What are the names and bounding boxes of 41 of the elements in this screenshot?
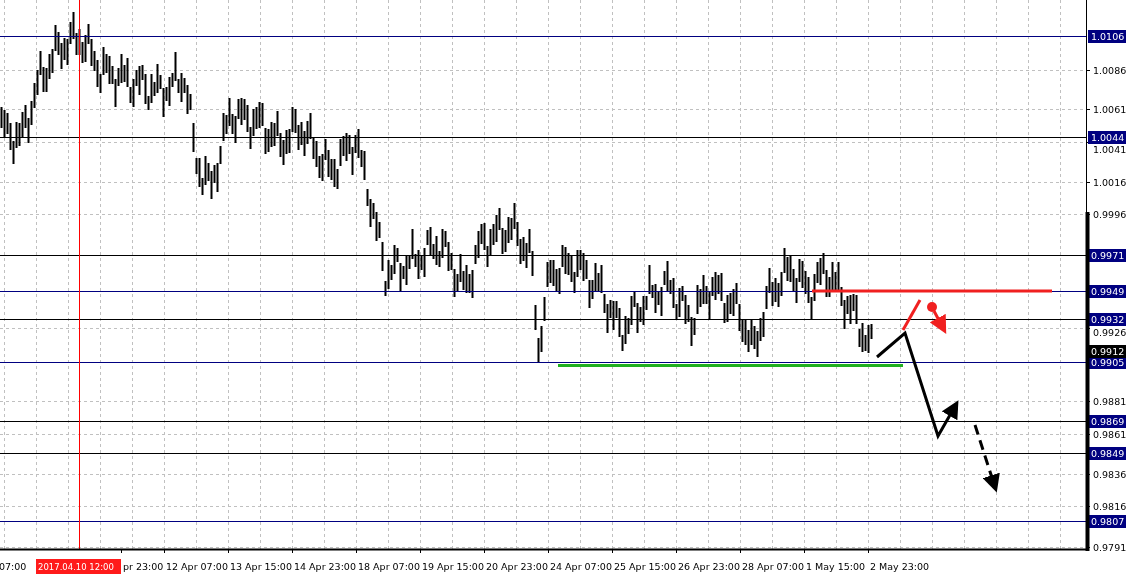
price-tick-label: 0.9836 — [1093, 469, 1127, 480]
price-tick-label: 0.9861 — [1093, 429, 1127, 440]
time-label: 26 Apr 23:00 — [678, 561, 740, 572]
time-label: 25 Apr 15:00 — [614, 561, 676, 572]
time-label: 1 May 15:00 — [806, 561, 866, 572]
level-price-tag: 0.9869 — [1088, 415, 1126, 428]
time-label: 18 Apr 07:00 — [358, 561, 420, 572]
time-label: 14 Apr 23:00 — [294, 561, 356, 572]
level-line[interactable] — [0, 291, 1086, 292]
price-tick-label: 0.9926 — [1093, 327, 1127, 338]
crosshair-time-tag: 2017.04.10 12:00 — [36, 559, 121, 574]
time-label: 28 Apr 07:00 — [742, 561, 804, 572]
time-label: 24 Apr 07:00 — [550, 561, 612, 572]
level-price-tag: 0.9949 — [1088, 285, 1126, 298]
time-label: 20 Apr 23:00 — [486, 561, 548, 572]
price-tick-label: 1.0016 — [1093, 177, 1127, 188]
time-label: 12 Apr 07:00 — [166, 561, 228, 572]
signal-arrow[interactable] — [927, 302, 947, 334]
price-tick-label: 0.9881 — [1093, 396, 1127, 407]
time-label: 13 Apr 15:00 — [230, 561, 292, 572]
time-label: 2 May 23:00 — [870, 561, 930, 572]
price-tick-label: 1.0086 — [1093, 65, 1127, 76]
price-tick-label: 1.0041 — [1093, 144, 1127, 155]
current-price-tag: 0.9912 — [1088, 345, 1126, 358]
time-label: 07:00 — [0, 561, 27, 572]
price-tick-label: 0.9791 — [1093, 542, 1127, 553]
level-price-tag: 0.9971 — [1088, 249, 1126, 262]
trend-segment[interactable] — [901, 299, 922, 331]
level-price-tag: 0.9849 — [1088, 447, 1126, 460]
level-price-tag: 1.0106 — [1088, 30, 1126, 43]
resistance-line[interactable] — [812, 289, 1052, 293]
level-price-tag: 0.9932 — [1088, 313, 1126, 326]
level-price-tag: 1.0044 — [1088, 131, 1126, 144]
time-label: pr 23:00 — [123, 561, 164, 572]
dashed-forecast-arrow[interactable] — [973, 424, 1000, 493]
price-tick-label: 1.0061 — [1093, 104, 1127, 115]
price-tick-label: 0.9996 — [1093, 209, 1127, 220]
forecast-arrow[interactable] — [876, 330, 959, 440]
price-tick-label: 0.9816 — [1093, 501, 1127, 512]
level-price-tag: 0.9807 — [1088, 515, 1126, 528]
time-label: 19 Apr 15:00 — [422, 561, 484, 572]
